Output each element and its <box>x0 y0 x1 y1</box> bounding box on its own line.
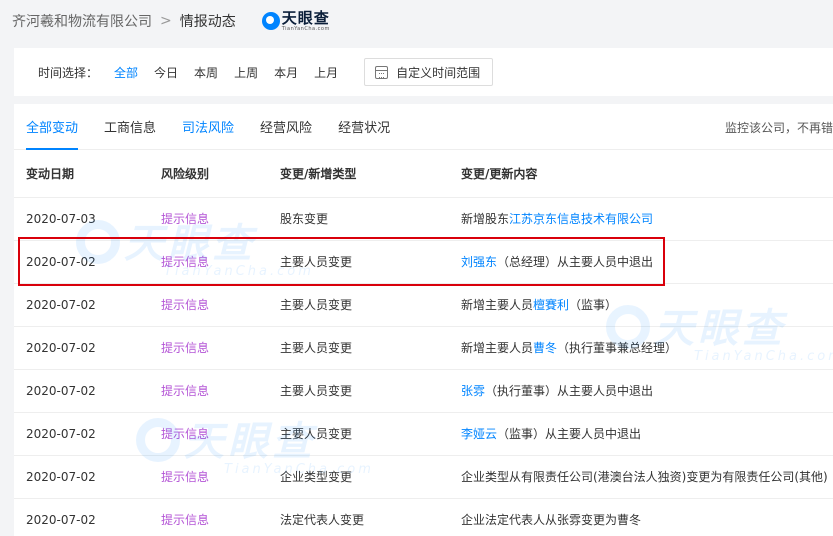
row-risk-level[interactable]: 提示信息 <box>149 498 268 536</box>
content-text: 新增主要人员 <box>461 341 534 355</box>
row-change-content: 张雰（执行董事）从主要人员中退出 <box>449 369 833 413</box>
row-change-content: 企业法定代表人从张雰变更为曹冬 <box>449 498 833 536</box>
row-change-date: 2020-07-02 <box>14 369 149 413</box>
time-filter-bar: 时间选择： 全部 今日 本周 上周 本月 上月 自定义时间范围 <box>14 48 833 96</box>
top-bar: 齐河羲和物流有限公司 > 情报动态 天眼查 TianYanCha.com <box>0 0 833 42</box>
header-risk-level: 风险级别 <box>149 150 268 198</box>
row-change-date: 2020-07-02 <box>14 455 149 499</box>
tab-operating-risk[interactable]: 经营风险 <box>260 104 312 149</box>
row-risk-level[interactable]: 提示信息 <box>149 283 268 327</box>
row-change-date: 2020-07-02 <box>14 283 149 327</box>
breadcrumb-separator: > <box>160 13 172 29</box>
table-body: 2020-07-03 提示信息 股东变更 新增股东江苏京东信息技术有限公司 2020-0… <box>14 197 833 536</box>
tab-all-changes[interactable]: 全部变动 <box>26 104 79 150</box>
header-change-content: 变更/更新内容 <box>449 150 833 198</box>
row-risk-level[interactable]: 提示信息 <box>149 326 268 370</box>
table-row: 2020-07-02 提示信息 企业类型变更 企业类型从有限责任公司(港澳台法人独资)… <box>14 455 833 499</box>
row-change-type: 主要人员变更 <box>268 240 449 284</box>
table-header-row: 变动日期 风险级别 变更/新增类型 变更/更新内容 <box>14 150 833 198</box>
time-filter-today[interactable]: 今日 <box>154 64 178 81</box>
content-text: （监事）从主要人员中退出 <box>497 427 642 441</box>
custom-range-button[interactable]: 自定义时间范围 <box>364 58 494 86</box>
row-change-date: 2020-07-02 <box>14 412 149 456</box>
content-text: 企业类型从有限责任公司(港澳台法人独资)变更为有限责任公司(其他) <box>461 470 828 484</box>
table-row: 2020-07-02 提示信息 主要人员变更 刘强东（总经理）从主要人员中退出 <box>14 240 833 284</box>
row-change-date: 2020-07-02 <box>14 498 149 536</box>
row-change-date: 2020-07-02 <box>14 240 149 284</box>
row-change-date: 2020-07-03 <box>14 197 149 241</box>
header-change-date: 变动日期 <box>14 150 149 198</box>
row-change-content: 李娅云（监事）从主要人员中退出 <box>449 412 833 456</box>
row-change-type: 主要人员变更 <box>268 326 449 370</box>
row-change-content: 新增股东江苏京东信息技术有限公司 <box>449 197 833 241</box>
row-risk-level[interactable]: 提示信息 <box>149 455 268 499</box>
content-text: 新增股东 <box>461 212 510 226</box>
row-risk-level[interactable]: 提示信息 <box>149 197 268 241</box>
row-risk-level[interactable]: 提示信息 <box>149 240 268 284</box>
row-change-content: 新增主要人员曹冬（执行董事兼总经理） <box>449 326 833 370</box>
row-risk-level[interactable]: 提示信息 <box>149 369 268 413</box>
time-filter-last-month[interactable]: 上月 <box>314 64 338 81</box>
table-row: 2020-07-02 提示信息 主要人员变更 新增主要人员曹冬（执行董事兼总经理） <box>14 326 833 370</box>
custom-range-label: 自定义时间范围 <box>396 65 481 80</box>
table-row: 2020-07-03 提示信息 股东变更 新增股东江苏京东信息技术有限公司 <box>14 197 833 241</box>
content-text: （总经理）从主要人员中退出 <box>497 255 654 269</box>
logo-sub: TianYanCha.com <box>281 25 330 32</box>
header-change-type: 变更/新增类型 <box>268 150 449 198</box>
row-change-type: 主要人员变更 <box>268 369 449 413</box>
time-filter-this-week[interactable]: 本周 <box>194 64 218 81</box>
logo-eye-icon <box>261 12 280 30</box>
content-entity-link[interactable]: 檀賽利 <box>533 298 569 312</box>
content-entity-link[interactable]: 江苏京东信息技术有限公司 <box>509 212 653 226</box>
tab-operating-status[interactable]: 经营状况 <box>338 104 390 149</box>
content-text: （执行董事）从主要人员中退出 <box>485 384 654 398</box>
time-filter-label: 时间选择： <box>38 65 99 80</box>
content-text: 企业法定代表人从张雰变更为曹冬 <box>461 513 642 527</box>
tab-judicial-risk[interactable]: 司法风险 <box>182 104 234 149</box>
row-change-type: 主要人员变更 <box>268 283 449 327</box>
row-change-content: 新增主要人员檀賽利（监事） <box>449 283 833 327</box>
content-entity-link[interactable]: 曹冬 <box>533 341 557 355</box>
row-risk-level[interactable]: 提示信息 <box>149 412 268 456</box>
content-entity-link[interactable]: 刘强东 <box>461 255 497 269</box>
content-entity-link[interactable]: 张雰 <box>461 384 485 398</box>
changes-table: 变动日期 风险级别 变更/新增类型 变更/更新内容 2020-07-03 提示信息… <box>14 150 833 536</box>
logo-text: 天眼查 TianYanCha.com <box>281 8 330 32</box>
content-text: （执行董事兼总经理） <box>557 341 678 355</box>
breadcrumb-current: 情报动态 <box>179 14 236 30</box>
time-filter-last-week[interactable]: 上周 <box>234 64 258 81</box>
row-change-content: 企业类型从有限责任公司(港澳台法人独资)变更为有限责任公司(其他) <box>449 455 833 499</box>
table-row: 2020-07-02 提示信息 主要人员变更 新增主要人员檀賽利（监事） <box>14 283 833 327</box>
calendar-icon <box>375 65 389 79</box>
row-change-date: 2020-07-02 <box>14 326 149 370</box>
table-row: 2020-07-02 提示信息 主要人员变更 李娅云（监事）从主要人员中退出 <box>14 412 833 456</box>
row-change-type: 企业类型变更 <box>268 455 449 499</box>
breadcrumb-company-link[interactable]: 齐河羲和物流有限公司 <box>12 11 152 31</box>
logo-name: 天眼查 <box>281 8 330 27</box>
content-text: （监事） <box>569 298 618 312</box>
row-change-content: 刘强东（总经理）从主要人员中退出 <box>449 240 833 284</box>
tab-business-info[interactable]: 工商信息 <box>104 104 156 149</box>
tianyancha-logo[interactable]: 天眼查 TianYanCha.com <box>261 8 330 32</box>
changes-panel: 全部变动 工商信息 司法风险 经营风险 经营状况 监控该公司，不再错 变动日期 … <box>14 104 833 536</box>
row-change-type: 股东变更 <box>268 197 449 241</box>
table-row: 2020-07-02 提示信息 主要人员变更 张雰（执行董事）从主要人员中退出 <box>14 369 833 413</box>
row-change-type: 法定代表人变更 <box>268 498 449 536</box>
row-change-type: 主要人员变更 <box>268 412 449 456</box>
table-row: 2020-07-02 提示信息 法定代表人变更 企业法定代表人从张雰变更为曹冬 <box>14 498 833 536</box>
time-filter-all[interactable]: 全部 <box>114 64 138 81</box>
monitor-tip: 监控该公司，不再错 <box>724 120 833 135</box>
time-filter-this-month[interactable]: 本月 <box>274 64 298 81</box>
content-entity-link[interactable]: 李娅云 <box>461 427 497 441</box>
content-text: 新增主要人员 <box>461 298 534 312</box>
category-tabs: 全部变动 工商信息 司法风险 经营风险 经营状况 监控该公司，不再错 <box>14 104 833 150</box>
